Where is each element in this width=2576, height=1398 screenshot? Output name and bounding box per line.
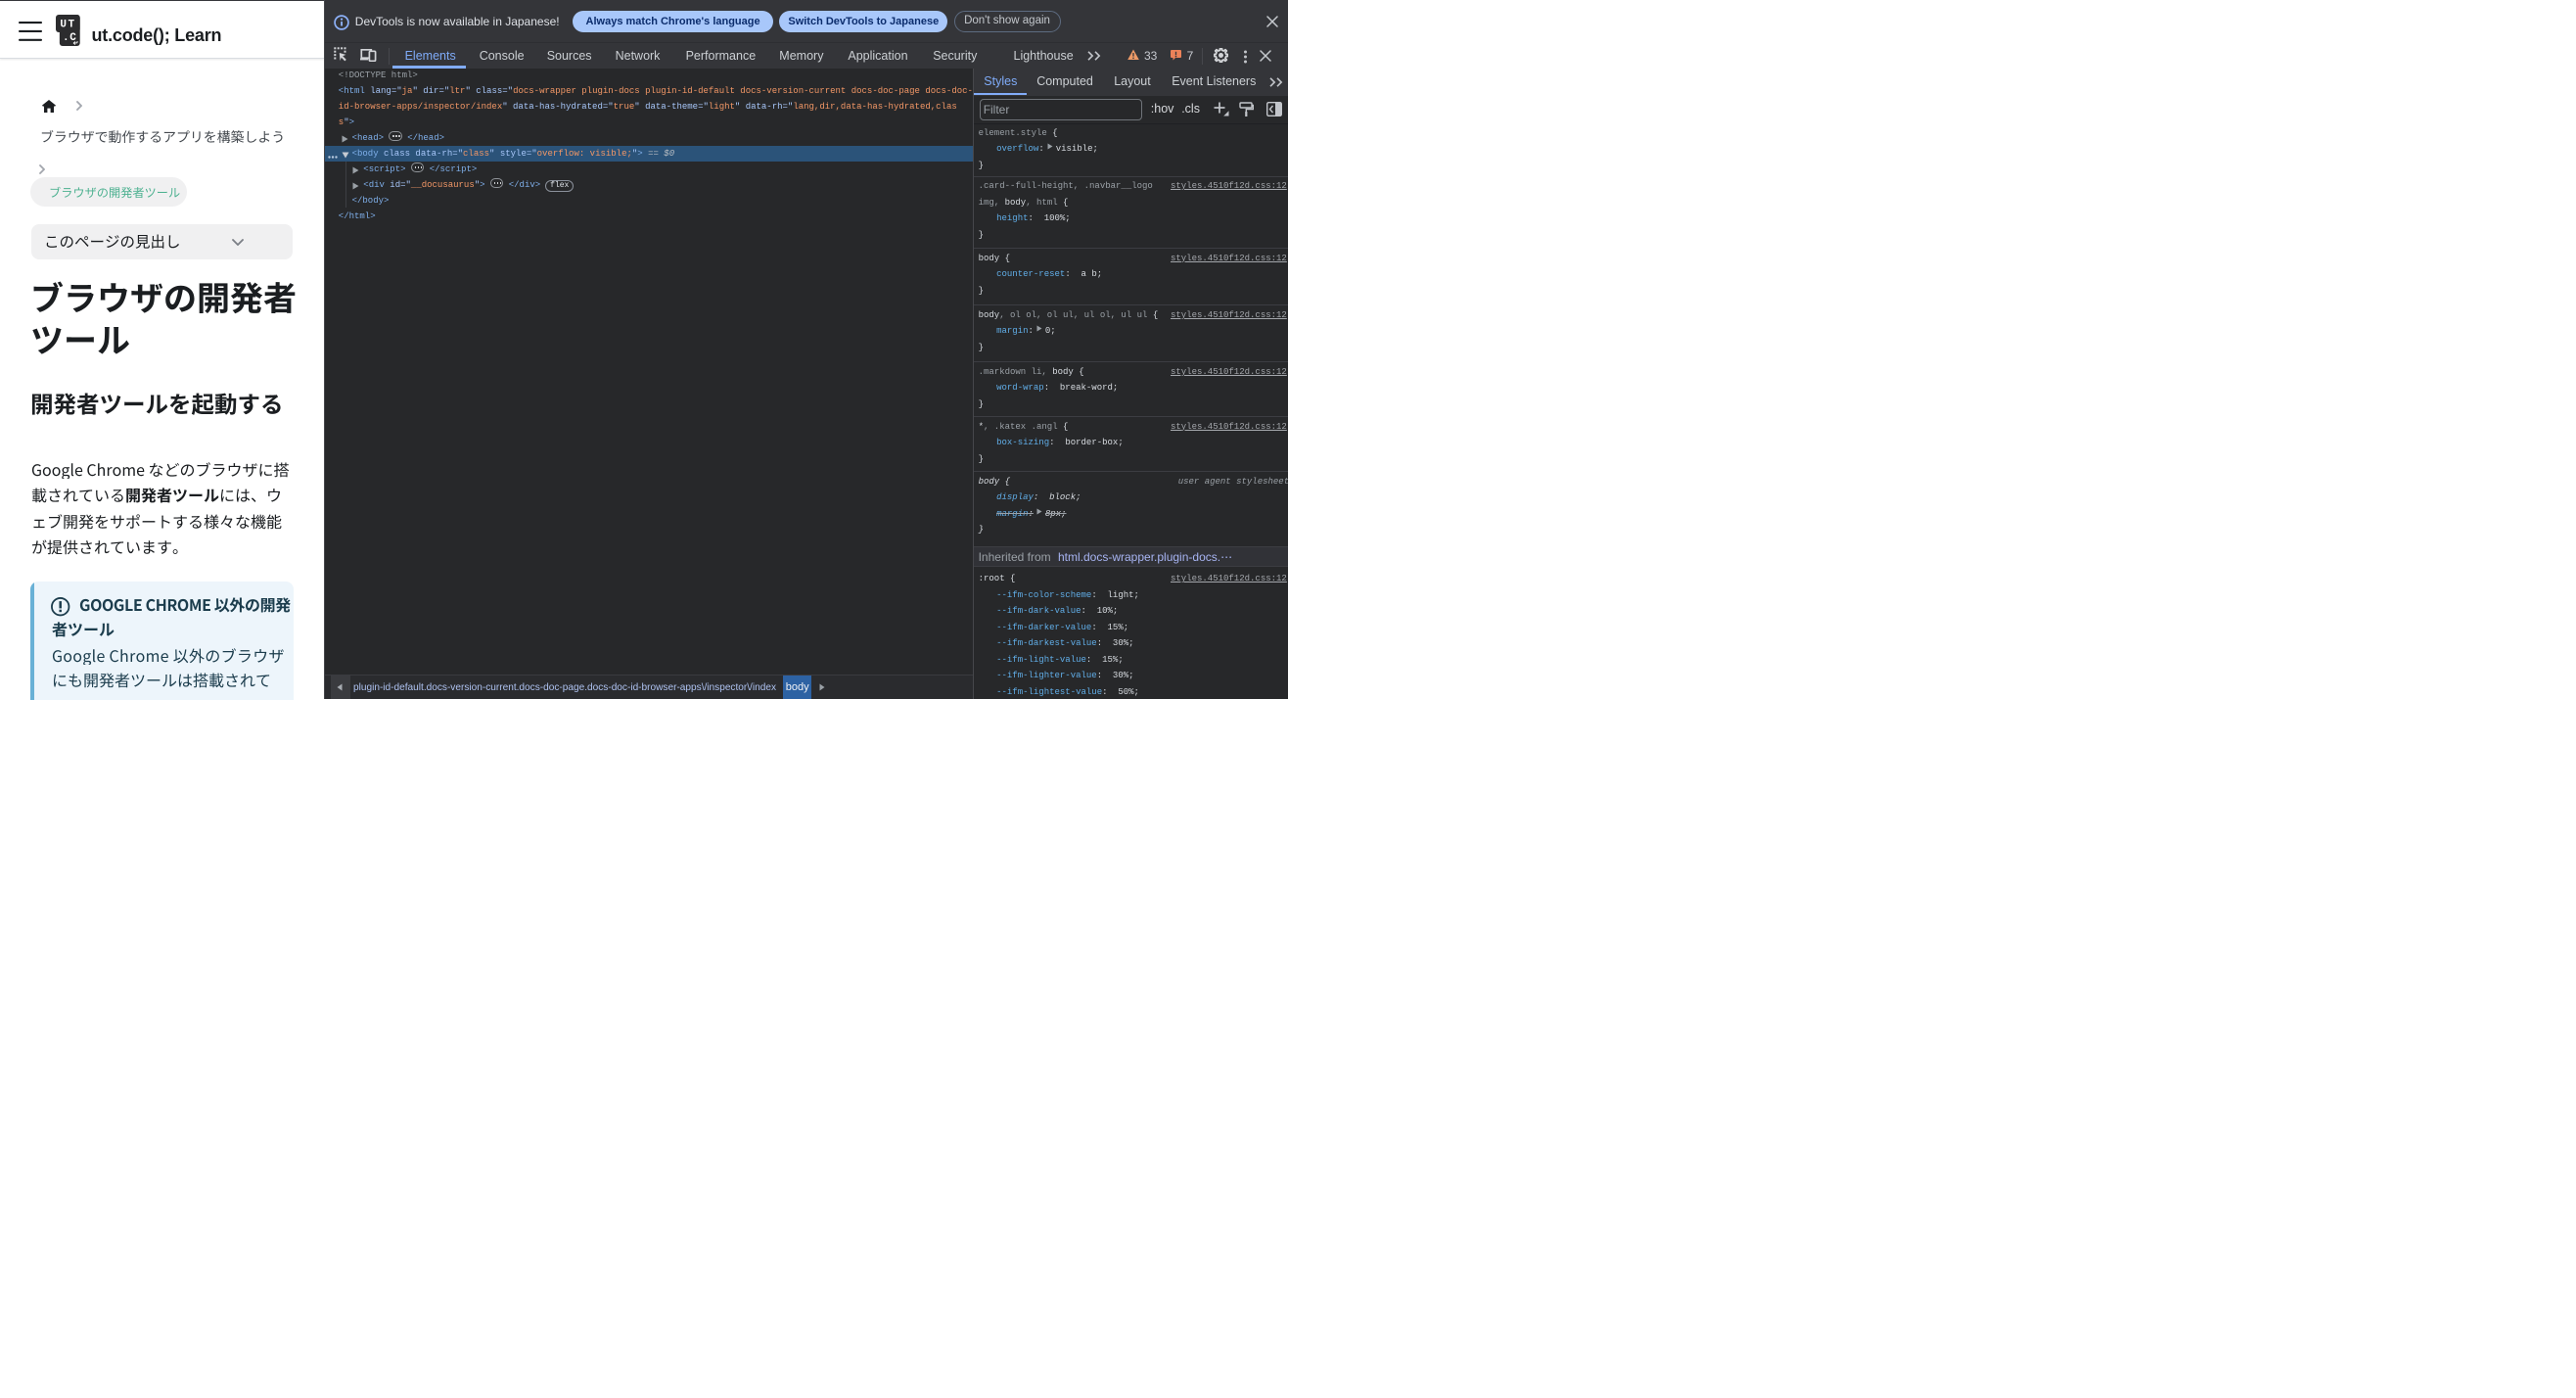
svg-text:UT: UT: [60, 19, 75, 30]
